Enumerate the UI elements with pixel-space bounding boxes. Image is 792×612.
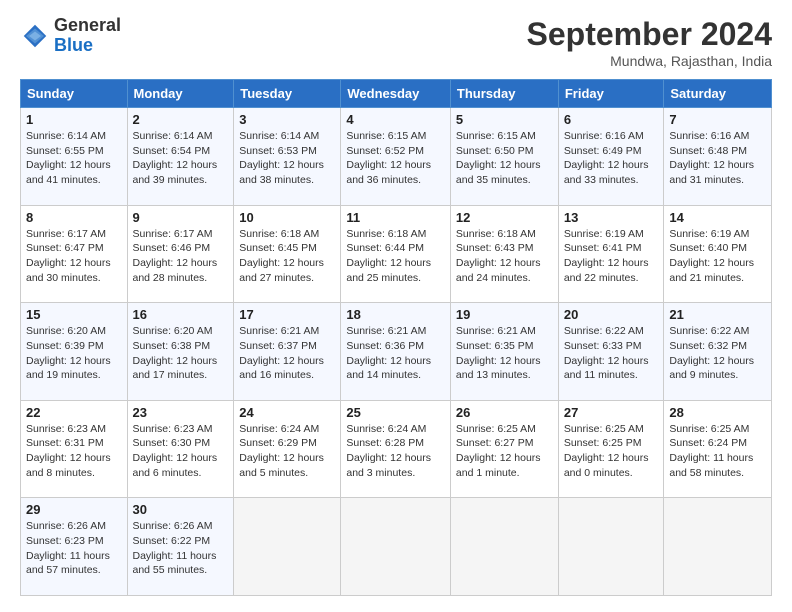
table-row: 16 Sunrise: 6:20 AMSunset: 6:38 PMDaylig…	[127, 303, 234, 401]
month-title: September 2024	[527, 16, 772, 53]
table-row: 14 Sunrise: 6:19 AMSunset: 6:40 PMDaylig…	[664, 205, 772, 303]
table-row: 27 Sunrise: 6:25 AMSunset: 6:25 PMDaylig…	[558, 400, 664, 498]
table-row: 4 Sunrise: 6:15 AMSunset: 6:52 PMDayligh…	[341, 108, 451, 206]
table-row	[664, 498, 772, 596]
header: General Blue September 2024 Mundwa, Raja…	[20, 16, 772, 69]
th-monday: Monday	[127, 80, 234, 108]
table-row: 18 Sunrise: 6:21 AMSunset: 6:36 PMDaylig…	[341, 303, 451, 401]
table-row: 17 Sunrise: 6:21 AMSunset: 6:37 PMDaylig…	[234, 303, 341, 401]
th-saturday: Saturday	[664, 80, 772, 108]
table-row	[558, 498, 664, 596]
table-row: 7 Sunrise: 6:16 AMSunset: 6:48 PMDayligh…	[664, 108, 772, 206]
location: Mundwa, Rajasthan, India	[527, 53, 772, 69]
logo-icon	[20, 21, 50, 51]
table-row: 3 Sunrise: 6:14 AMSunset: 6:53 PMDayligh…	[234, 108, 341, 206]
table-row: 26 Sunrise: 6:25 AMSunset: 6:27 PMDaylig…	[450, 400, 558, 498]
table-row: 30 Sunrise: 6:26 AMSunset: 6:22 PMDaylig…	[127, 498, 234, 596]
table-row	[341, 498, 451, 596]
table-row	[450, 498, 558, 596]
header-row: Sunday Monday Tuesday Wednesday Thursday…	[21, 80, 772, 108]
logo-text: General Blue	[54, 16, 121, 56]
table-row: 2 Sunrise: 6:14 AMSunset: 6:54 PMDayligh…	[127, 108, 234, 206]
th-thursday: Thursday	[450, 80, 558, 108]
week-row-2: 8 Sunrise: 6:17 AMSunset: 6:47 PMDayligh…	[21, 205, 772, 303]
week-row-4: 22 Sunrise: 6:23 AMSunset: 6:31 PMDaylig…	[21, 400, 772, 498]
table-row: 9 Sunrise: 6:17 AMSunset: 6:46 PMDayligh…	[127, 205, 234, 303]
week-row-5: 29 Sunrise: 6:26 AMSunset: 6:23 PMDaylig…	[21, 498, 772, 596]
table-row: 21 Sunrise: 6:22 AMSunset: 6:32 PMDaylig…	[664, 303, 772, 401]
table-row: 24 Sunrise: 6:24 AMSunset: 6:29 PMDaylig…	[234, 400, 341, 498]
table-row: 11 Sunrise: 6:18 AMSunset: 6:44 PMDaylig…	[341, 205, 451, 303]
logo-line2: Blue	[54, 35, 93, 55]
table-row: 15 Sunrise: 6:20 AMSunset: 6:39 PMDaylig…	[21, 303, 128, 401]
logo-line1: General	[54, 16, 121, 36]
table-row: 12 Sunrise: 6:18 AMSunset: 6:43 PMDaylig…	[450, 205, 558, 303]
table-row: 23 Sunrise: 6:23 AMSunset: 6:30 PMDaylig…	[127, 400, 234, 498]
table-row: 19 Sunrise: 6:21 AMSunset: 6:35 PMDaylig…	[450, 303, 558, 401]
week-row-3: 15 Sunrise: 6:20 AMSunset: 6:39 PMDaylig…	[21, 303, 772, 401]
table-row	[234, 498, 341, 596]
table-row: 5 Sunrise: 6:15 AMSunset: 6:50 PMDayligh…	[450, 108, 558, 206]
table-row: 13 Sunrise: 6:19 AMSunset: 6:41 PMDaylig…	[558, 205, 664, 303]
table-row: 6 Sunrise: 6:16 AMSunset: 6:49 PMDayligh…	[558, 108, 664, 206]
calendar-page: General Blue September 2024 Mundwa, Raja…	[0, 0, 792, 612]
week-row-1: 1 Sunrise: 6:14 AMSunset: 6:55 PMDayligh…	[21, 108, 772, 206]
table-row: 1 Sunrise: 6:14 AMSunset: 6:55 PMDayligh…	[21, 108, 128, 206]
th-tuesday: Tuesday	[234, 80, 341, 108]
table-row: 10 Sunrise: 6:18 AMSunset: 6:45 PMDaylig…	[234, 205, 341, 303]
table-row: 8 Sunrise: 6:17 AMSunset: 6:47 PMDayligh…	[21, 205, 128, 303]
table-row: 29 Sunrise: 6:26 AMSunset: 6:23 PMDaylig…	[21, 498, 128, 596]
calendar-table: Sunday Monday Tuesday Wednesday Thursday…	[20, 79, 772, 596]
th-sunday: Sunday	[21, 80, 128, 108]
th-wednesday: Wednesday	[341, 80, 451, 108]
table-row: 25 Sunrise: 6:24 AMSunset: 6:28 PMDaylig…	[341, 400, 451, 498]
logo: General Blue	[20, 16, 121, 56]
table-row: 28 Sunrise: 6:25 AMSunset: 6:24 PMDaylig…	[664, 400, 772, 498]
title-block: September 2024 Mundwa, Rajasthan, India	[527, 16, 772, 69]
table-row: 20 Sunrise: 6:22 AMSunset: 6:33 PMDaylig…	[558, 303, 664, 401]
th-friday: Friday	[558, 80, 664, 108]
table-row: 22 Sunrise: 6:23 AMSunset: 6:31 PMDaylig…	[21, 400, 128, 498]
